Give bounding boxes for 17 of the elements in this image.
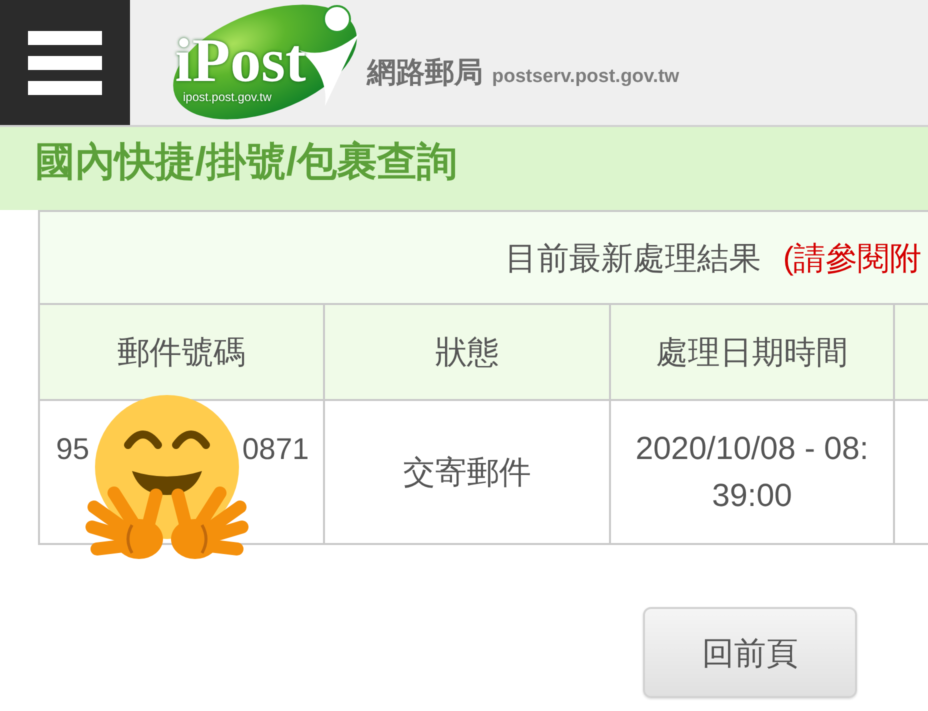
tracking-number-text: 0871 [242,432,309,468]
column-header: 郵件號碼 [40,305,325,401]
menu-icon [28,30,102,94]
logo-wordmark: iPost [175,30,306,92]
menu-button[interactable] [0,0,130,125]
column-header: 狀態 [325,305,611,401]
datetime-text: 2020/10/08 - 08:39:00 [634,429,870,515]
column-header: 處理日期時間 [611,305,895,401]
tracking-number-text: 95 [56,432,90,468]
page-title: 國內快捷/掛號/包裹查詢 [35,139,458,186]
site-name: 網路郵局 [367,58,483,87]
table-caption-note: (請參閱附 [783,238,922,278]
back-button[interactable]: 回前頁 [643,607,857,698]
logo-url: ipost.post.gov.tw [183,91,272,103]
site-url: postserv.post.gov.tw [492,67,680,86]
table-caption: 目前最新處理結果 [505,238,761,278]
table-cell: 交寄郵件 [325,401,611,545]
